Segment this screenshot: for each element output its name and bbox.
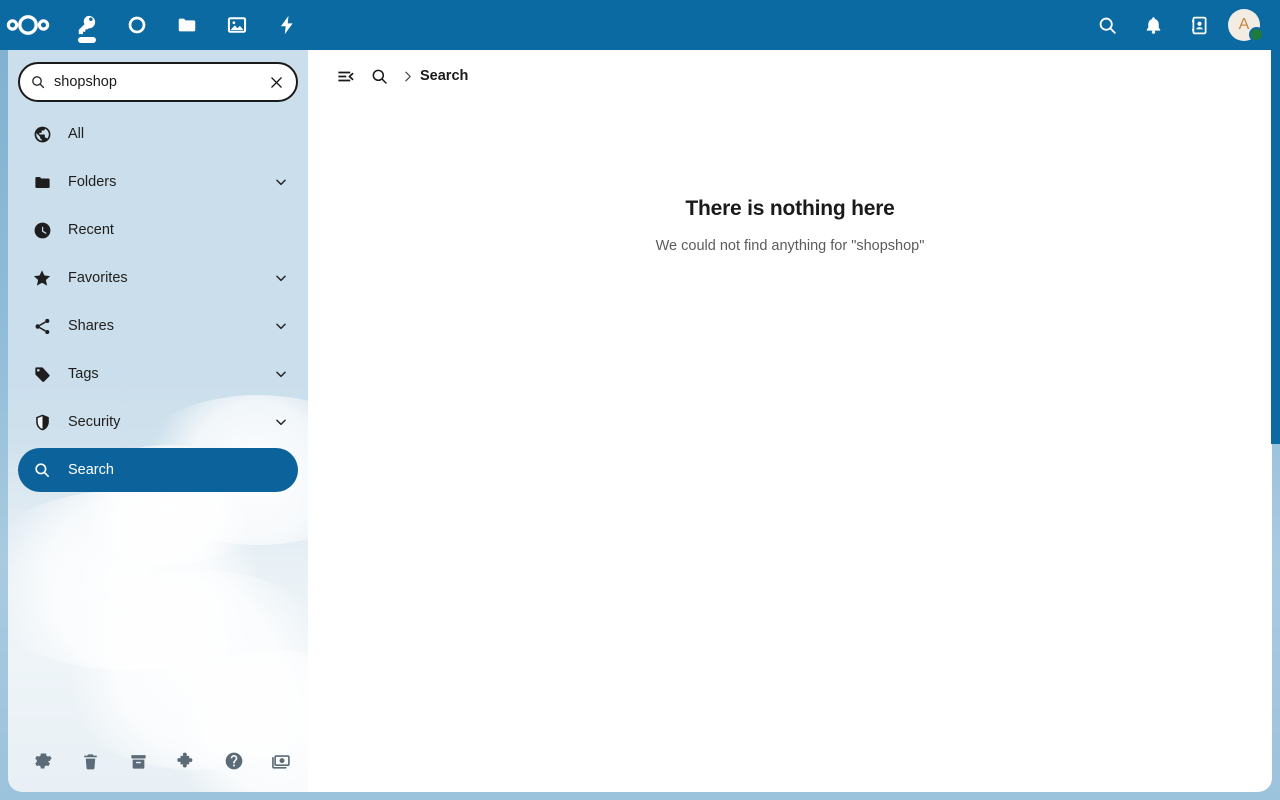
chevron-down-icon[interactable]: [270, 271, 292, 285]
dashboard-app-icon[interactable]: [112, 0, 162, 50]
sidebar-item-recent[interactable]: Recent: [18, 208, 298, 252]
user-avatar-menu[interactable]: A: [1222, 0, 1266, 50]
puzzle-icon[interactable]: [173, 748, 199, 774]
sidebar-item-label: Security: [68, 414, 121, 430]
page-scrollbar[interactable]: [1271, 48, 1280, 444]
online-status-dot: [1249, 27, 1264, 42]
sidebar-item-security[interactable]: Security: [18, 400, 298, 444]
sidebar-navigation: All Folders Recent Favorites Shares Tags…: [8, 110, 308, 496]
nextcloud-logo[interactable]: [0, 0, 62, 50]
folder-icon: [30, 173, 54, 192]
sidebar-item-search[interactable]: Search: [18, 448, 298, 492]
help-icon[interactable]: [221, 748, 247, 774]
chevron-down-icon[interactable]: [270, 415, 292, 429]
sidebar-item-label: All: [68, 126, 85, 142]
sidebar-item-all[interactable]: All: [18, 112, 298, 156]
search-box[interactable]: [18, 62, 298, 102]
sidebar-item-label: Favorites: [68, 270, 128, 286]
breadcrumb-current: Search: [420, 68, 469, 84]
activity-app-icon[interactable]: [262, 0, 312, 50]
sidebar-search-area: [8, 50, 308, 110]
sidebar-item-shares[interactable]: Shares: [18, 304, 298, 348]
chevron-down-icon[interactable]: [270, 319, 292, 333]
header-right-actions: A: [1084, 0, 1280, 50]
search-icon: [30, 461, 54, 479]
sidebar-item-label: Shares: [68, 318, 114, 334]
files-app-icon[interactable]: [162, 0, 212, 50]
sidebar-item-tags[interactable]: Tags: [18, 352, 298, 396]
star-icon: [30, 268, 54, 288]
share-icon: [30, 317, 54, 336]
sidebar-item-label: Search: [68, 462, 114, 478]
money-icon[interactable]: [268, 748, 294, 774]
gear-icon[interactable]: [30, 748, 56, 774]
empty-state-title: There is nothing here: [685, 197, 895, 220]
empty-state: There is nothing here We could not find …: [308, 197, 1272, 254]
bell-icon[interactable]: [1130, 0, 1176, 50]
passwords-app-icon[interactable]: [62, 0, 112, 50]
search-icon[interactable]: [1084, 0, 1130, 50]
sidebar-item-folders[interactable]: Folders: [18, 160, 298, 204]
app-content-shell: All Folders: [8, 50, 1272, 792]
shield-icon: [30, 413, 54, 432]
chevron-right-icon: [396, 70, 418, 83]
sidebar-item-label: Tags: [68, 366, 99, 382]
breadcrumb: Search: [308, 50, 1272, 102]
globe-icon: [30, 125, 54, 144]
empty-state-description: We could not find anything for "shopshop…: [655, 238, 925, 254]
trash-icon[interactable]: [78, 748, 104, 774]
contacts-icon[interactable]: [1176, 0, 1222, 50]
sidebar-item-label: Recent: [68, 222, 114, 238]
app-sidebar: All Folders: [8, 50, 308, 792]
search-input[interactable]: [54, 74, 262, 90]
sidebar-item-favorites[interactable]: Favorites: [18, 256, 298, 300]
sidebar-footer-actions: [8, 736, 308, 792]
search-icon: [30, 74, 46, 90]
photos-app-icon[interactable]: [212, 0, 262, 50]
close-icon[interactable]: [262, 68, 290, 96]
main-content: Search There is nothing here We could no…: [308, 50, 1272, 792]
archive-icon[interactable]: [125, 748, 151, 774]
chevron-down-icon[interactable]: [270, 175, 292, 189]
menu-collapse-icon[interactable]: [328, 59, 362, 93]
sidebar-item-label: Folders: [68, 174, 117, 190]
breadcrumb-root-search-icon[interactable]: [362, 59, 396, 93]
clock-icon: [30, 221, 54, 240]
tag-icon: [30, 365, 54, 384]
app-navigation-icons: [62, 0, 312, 50]
top-header-bar: A: [0, 0, 1280, 50]
chevron-down-icon[interactable]: [270, 367, 292, 381]
